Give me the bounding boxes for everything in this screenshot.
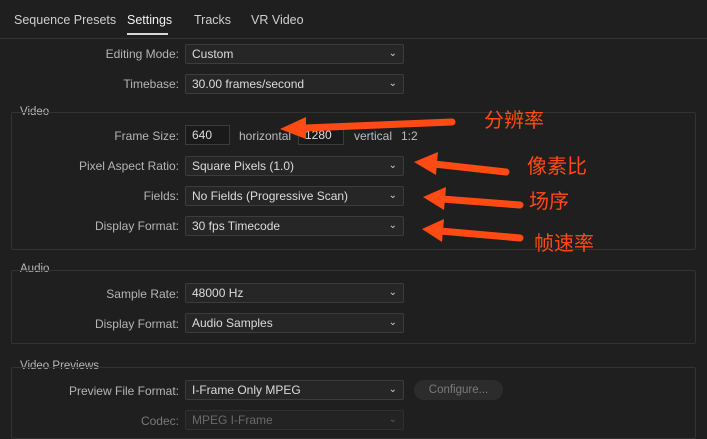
- arrow-pixel-aspect-head: [414, 152, 438, 175]
- arrow-resolution-head: [280, 117, 306, 139]
- arrow-frame-rate-head: [422, 219, 444, 242]
- annotation-frame-rate: 帧速率: [534, 231, 594, 255]
- arrow-fields-head: [423, 187, 446, 210]
- arrow-resolution-shaft: [301, 118, 456, 132]
- arrow-fields-shaft: [438, 195, 524, 209]
- arrow-frame-rate-shaft: [436, 227, 524, 242]
- annotation-pixel-aspect: 像素比: [527, 154, 587, 178]
- annotation-fields: 场序: [529, 189, 569, 213]
- arrow-pixel-aspect-shaft: [430, 160, 510, 176]
- annotation-arrows: [280, 117, 524, 242]
- annotation-resolution: 分辨率: [484, 108, 544, 132]
